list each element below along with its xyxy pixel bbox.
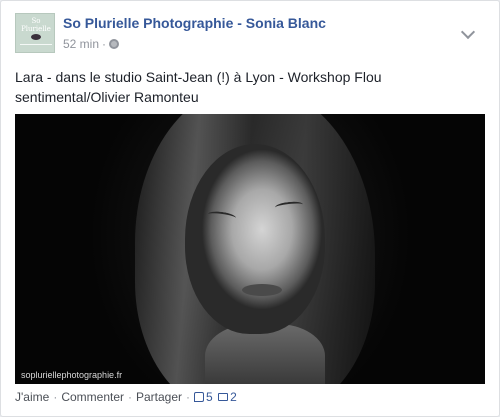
post-actions: J'aime · Commenter · Partager · 5 2 <box>15 390 237 404</box>
comment-count[interactable]: 2 <box>230 390 237 404</box>
avatar-logo-text: So Plurielle <box>21 17 51 33</box>
page-avatar[interactable]: So Plurielle <box>15 13 55 53</box>
post-meta: 52 min · <box>63 37 120 51</box>
share-button[interactable]: Partager <box>136 390 182 404</box>
comment-button[interactable]: Commenter <box>61 390 124 404</box>
action-separator: · <box>186 390 191 404</box>
comment-icon[interactable] <box>218 393 229 401</box>
photo-face <box>185 144 325 334</box>
thumbs-up-icon[interactable] <box>194 392 205 402</box>
photo-lips <box>242 284 282 296</box>
like-button[interactable]: J'aime <box>15 390 49 404</box>
post-header: So Plurielle So Plurielle Photographie -… <box>15 13 485 57</box>
avatar-logo-mark <box>31 34 41 40</box>
post-caption: Lara - dans le studio Saint-Jean (!) à L… <box>15 69 382 105</box>
page-name-link[interactable]: So Plurielle Photographie - Sonia Blanc <box>63 15 326 31</box>
action-separator: · <box>53 390 58 404</box>
photo-watermark: sopluriellephotographie.fr <box>21 370 123 380</box>
facebook-post: So Plurielle So Plurielle Photographie -… <box>0 0 500 417</box>
post-photo[interactable]: sopluriellephotographie.fr <box>15 114 485 384</box>
chevron-down-icon[interactable] <box>460 24 476 40</box>
meta-separator: · <box>102 37 107 51</box>
like-count[interactable]: 5 <box>206 390 213 404</box>
post-timestamp[interactable]: 52 min <box>63 37 99 51</box>
action-separator: · <box>128 390 132 404</box>
globe-icon[interactable] <box>109 39 120 49</box>
avatar-tagline-line <box>20 44 52 45</box>
